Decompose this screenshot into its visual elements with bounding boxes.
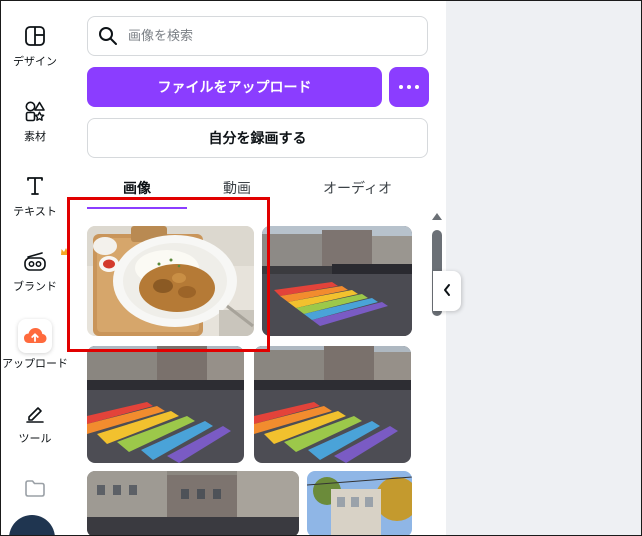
search-icon bbox=[98, 26, 118, 46]
uploaded-image-thumbnail[interactable] bbox=[87, 471, 299, 535]
search-box[interactable] bbox=[87, 16, 428, 56]
sidebar-item-label: ブランド bbox=[13, 280, 57, 293]
sidebar-item-tools[interactable]: ツール bbox=[1, 398, 69, 446]
scroll-up-arrow-icon[interactable] bbox=[432, 213, 442, 220]
cloud-upload-icon bbox=[18, 319, 52, 353]
pen-icon bbox=[20, 398, 50, 428]
sidebar-item-projects[interactable] bbox=[1, 473, 69, 503]
sidebar-item-label: ツール bbox=[18, 432, 52, 445]
shapes-icon bbox=[20, 96, 50, 126]
app-window: デザイン 素材 テキスト ブランド アップロード ツール 画像を検索 ファイルを… bbox=[0, 0, 642, 536]
tab-audio[interactable]: オーディオ bbox=[287, 173, 428, 209]
record-yourself-button[interactable]: 自分を録画する bbox=[87, 118, 428, 158]
uploaded-image-thumbnail[interactable] bbox=[262, 226, 412, 336]
layout-icon bbox=[20, 21, 50, 51]
sidebar-item-brand[interactable]: ブランド bbox=[1, 246, 71, 294]
chevron-left-icon bbox=[442, 282, 452, 301]
uploaded-image-thumbnail[interactable] bbox=[87, 346, 244, 463]
sidebar-item-elements[interactable]: 素材 bbox=[1, 96, 69, 144]
canvas-area bbox=[446, 1, 641, 535]
more-options-button[interactable] bbox=[389, 67, 429, 107]
upload-files-button[interactable]: ファイルをアップロード bbox=[87, 67, 382, 107]
text-icon bbox=[20, 171, 50, 201]
sidebar-item-uploads[interactable]: アップロード bbox=[1, 319, 69, 371]
media-tabs: 画像 動画 オーディオ bbox=[87, 173, 428, 209]
sidebar-item-text[interactable]: テキスト bbox=[1, 171, 69, 219]
sidebar-item-label: デザイン bbox=[13, 55, 57, 68]
tab-images[interactable]: 画像 bbox=[87, 173, 187, 209]
sidebar-item-label: 素材 bbox=[24, 130, 46, 143]
tab-videos[interactable]: 動画 bbox=[187, 173, 287, 209]
collapse-panel-button[interactable] bbox=[433, 271, 461, 311]
uploaded-image-thumbnail[interactable] bbox=[87, 226, 254, 336]
uploaded-image-thumbnail[interactable] bbox=[254, 346, 411, 463]
folder-icon bbox=[20, 473, 50, 503]
search-input[interactable] bbox=[126, 27, 410, 45]
sidebar-item-label: アップロード bbox=[2, 357, 68, 370]
sidebar-item-label: テキスト bbox=[13, 205, 57, 218]
side-rail: デザイン 素材 テキスト ブランド アップロード ツール bbox=[1, 1, 71, 535]
uploaded-image-thumbnail[interactable] bbox=[307, 471, 412, 535]
more-dots-icon bbox=[397, 85, 421, 89]
brand-icon bbox=[20, 246, 71, 276]
sidebar-item-design[interactable]: デザイン bbox=[1, 21, 69, 69]
avatar[interactable] bbox=[9, 515, 55, 535]
